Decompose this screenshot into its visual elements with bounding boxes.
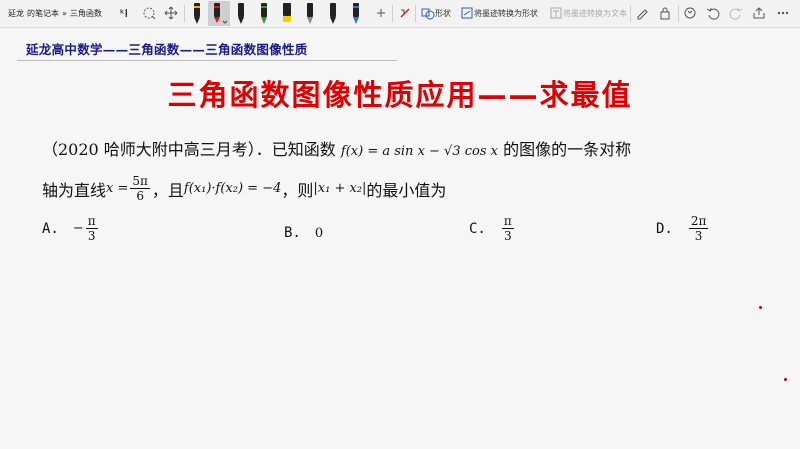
- red-pen-icon[interactable]: [208, 1, 230, 26]
- toolbar-divider: [630, 5, 631, 22]
- ink-to-shape-button[interactable]: 将墨迹转换为形状: [474, 0, 538, 27]
- ink-to-text-button[interactable]: 将墨迹转换为文本: [563, 0, 627, 27]
- shape-button[interactable]: 形状: [435, 0, 451, 27]
- option-letter: D.: [656, 220, 673, 237]
- option-a[interactable]: A. − π 3: [42, 214, 100, 243]
- option-d[interactable]: D. 2π 3: [656, 214, 710, 243]
- toolbar-divider: [184, 5, 185, 22]
- breadcrumb-user: 延龙: [8, 9, 24, 18]
- option-denominator: 3: [503, 229, 512, 243]
- ruler-icon[interactable]: [396, 4, 414, 22]
- option-letter: A.: [42, 220, 59, 237]
- toolbar-divider: [392, 5, 393, 22]
- option-sign: −: [72, 221, 84, 236]
- black-pen-icon[interactable]: [325, 1, 341, 26]
- lasso-tool-icon[interactable]: [681, 4, 699, 22]
- eraser-select-icon[interactable]: [140, 4, 158, 22]
- option-numerator: π: [85, 214, 98, 229]
- option-b[interactable]: B. 0: [284, 214, 323, 252]
- question-text-4: ，则: [281, 180, 314, 200]
- option-denominator: 3: [87, 229, 96, 243]
- option-letter: B.: [284, 225, 301, 241]
- note-canvas[interactable]: 延龙高中数学——三角函数——三角函数图像性质 三角函数图像性质应用——求最值 （…: [0, 28, 800, 449]
- lock-icon[interactable]: [656, 4, 674, 22]
- notebook-breadcrumb[interactable]: 延龙 的笔记本 » 三角函数: [8, 0, 105, 27]
- gray-pen-icon[interactable]: [302, 1, 318, 26]
- option-fraction: π 3: [85, 214, 98, 243]
- question-text-3: ，且: [151, 180, 184, 200]
- ink-dot: [759, 306, 762, 309]
- option-fraction: π 3: [501, 214, 514, 243]
- pencil-icon[interactable]: [633, 4, 651, 22]
- question-line-2: 轴为直线 x = 5π 6 ，且 f(x₁)·f(x₂) = −4 ，则 |x₁…: [42, 174, 446, 203]
- option-value: 0: [314, 225, 324, 241]
- pan-icon[interactable]: [162, 4, 180, 22]
- question-line-1: （2020 哈师大附中高三月考）．已知函数 f(x) = a sin x − √…: [42, 136, 631, 160]
- undo-icon[interactable]: [704, 4, 722, 22]
- breadcrumb-underline: [17, 60, 397, 61]
- more-icon[interactable]: [774, 4, 792, 22]
- page-title: 三角函数图像性质应用——求最值: [167, 78, 633, 112]
- option-letter: C.: [469, 220, 486, 237]
- question-source: （2020 哈师大附中高三月考）．已知函数: [42, 140, 336, 159]
- black-pen-icon[interactable]: [233, 1, 249, 26]
- share-icon[interactable]: [750, 4, 768, 22]
- axis-fraction: 5π 6: [130, 174, 150, 203]
- question-text-1: 的图像的一条对称: [503, 140, 632, 159]
- axis-denominator: 6: [136, 189, 144, 203]
- option-numerator: π: [501, 214, 514, 229]
- ink-dot: [784, 378, 787, 381]
- option-numerator: 2π: [688, 214, 709, 229]
- toolbar-divider: [415, 5, 416, 22]
- breadcrumb-separator: »: [62, 9, 67, 18]
- svg-text:ᵏI: ᵏI: [120, 7, 128, 20]
- axis-lhs: x =: [106, 181, 129, 196]
- option-c[interactable]: C. π 3: [469, 214, 516, 243]
- option-fraction: 2π 3: [688, 214, 709, 243]
- note-breadcrumb: 延龙高中数学——三角函数——三角函数图像性质: [26, 42, 308, 57]
- breadcrumb-section: 三角函数: [69, 9, 102, 18]
- yellow-highlighter-icon[interactable]: [279, 1, 295, 26]
- toolbar-divider: [678, 5, 679, 22]
- toolbar: 延龙 的笔记本 » 三角函数 ᵏI 形状 将墨迹转换为形状 将墨迹转换为文本: [0, 0, 800, 28]
- green-pen-icon[interactable]: [256, 1, 272, 26]
- breadcrumb-notebook: 的笔记本: [27, 9, 59, 18]
- question-text-2: 轴为直线: [42, 180, 107, 200]
- blue-pen-icon[interactable]: [348, 1, 364, 26]
- function-expression: f(x) = a sin x − √3 cos x: [340, 144, 498, 159]
- lasso-select-icon[interactable]: ᵏI: [118, 4, 136, 22]
- option-denominator: 3: [694, 229, 703, 243]
- abs-expression: |x₁ + x₂|: [313, 181, 367, 196]
- question-text-5: 的最小值为: [366, 180, 447, 200]
- black-pen-icon[interactable]: [189, 1, 205, 26]
- axis-numerator: 5π: [130, 174, 150, 189]
- redo-icon[interactable]: [727, 4, 745, 22]
- add-pen-icon[interactable]: [372, 4, 390, 22]
- condition-expression: f(x₁)·f(x₂) = −4: [183, 181, 282, 196]
